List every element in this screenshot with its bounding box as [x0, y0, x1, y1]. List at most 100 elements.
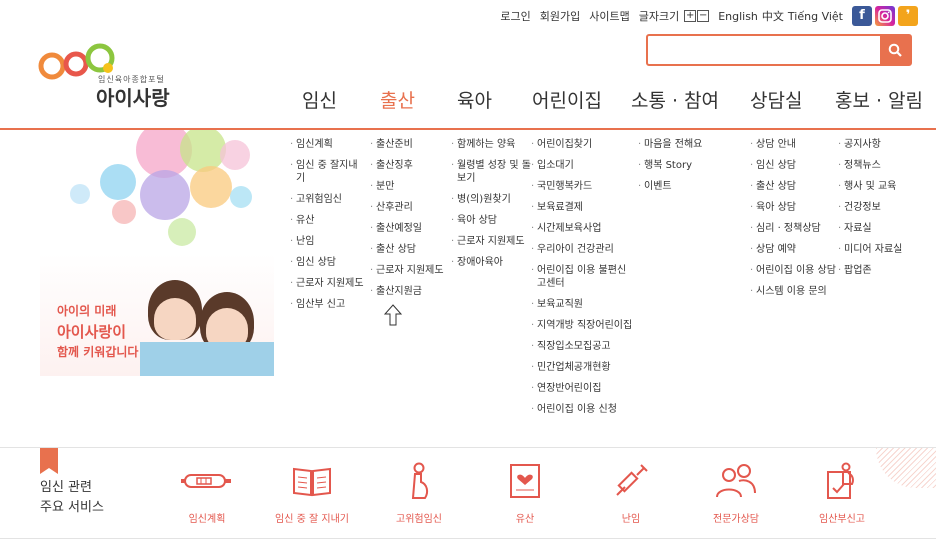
nav-birth[interactable]: 출산 [380, 86, 415, 113]
submenu-item[interactable]: 연장반어린이집 [531, 382, 635, 395]
submenu-item[interactable]: 미디어 자료실 [838, 243, 928, 256]
submenu-counsel: 상담 안내 임신 상담 출산 상담 육아 상담 심리 · 정책상담 상담 예약 … [750, 138, 840, 306]
submenu-item[interactable]: 출산징후 [370, 159, 448, 172]
fontsize-label: 글자크기 [638, 10, 680, 23]
kakao-story-icon[interactable]: ❜ [898, 6, 918, 26]
submenu-item[interactable]: 어린이집 이용 불편신고센터 [531, 264, 635, 290]
counselors-icon [716, 464, 756, 498]
submenu-item[interactable]: 입소대기 [531, 159, 635, 172]
submenu-item[interactable]: 마음을 전해요 [638, 138, 738, 151]
submenu-item[interactable]: 행복 Story [638, 159, 738, 172]
submenu-item[interactable]: 시간제보육사업 [531, 222, 635, 235]
submenu-item[interactable]: 공지사항 [838, 138, 928, 151]
nav-pregnancy[interactable]: 임신 [302, 86, 337, 113]
submenu-item[interactable]: 근로자 지원제도 [451, 235, 531, 248]
chinese-link[interactable]: 中文 [762, 8, 784, 24]
submenu-item[interactable]: 임신 상담 [290, 256, 366, 269]
submenu-item[interactable]: 분만 [370, 180, 448, 193]
promo-line-1: 아이의 미래 [57, 304, 117, 318]
service-label: 임산부신고 [819, 514, 865, 525]
submenu-news: 공지사항 정책뉴스 행사 및 교육 건강정보 자료실 미디어 자료실 팝업존 [838, 138, 928, 285]
submenu-item[interactable]: 민간업체공개현황 [531, 361, 635, 374]
instagram-icon[interactable] [875, 6, 895, 26]
nav-parenting[interactable]: 육아 [457, 86, 492, 113]
submenu-item[interactable]: 육아 상담 [451, 214, 531, 227]
facebook-icon[interactable]: f [852, 6, 872, 26]
submenu-item[interactable]: 보육료결제 [531, 201, 635, 214]
submenu-item[interactable]: 어린이집 이용 상담 [750, 264, 840, 277]
pregnancy-test-icon [181, 474, 231, 488]
submenu-item[interactable]: 상담 예약 [750, 243, 840, 256]
search-box[interactable] [646, 34, 912, 66]
english-link[interactable]: English [718, 10, 758, 23]
submenu-item[interactable]: 보육교직원 [531, 298, 635, 311]
submenu-item[interactable]: 자료실 [838, 222, 928, 235]
login-link[interactable]: 로그인 [500, 8, 530, 24]
submenu-birth: 출산준비 출산징후 분만 산후관리 출산예정일 출산 상담 근로자 지원제도 출… [370, 138, 448, 306]
submenu-community: 마음을 전해요 행복 Story 이벤트 [638, 138, 738, 201]
submenu-item[interactable]: 고위험임신 [290, 193, 366, 206]
submenu-item[interactable]: 장애아육아 [451, 256, 531, 269]
submenu-item[interactable]: 난임 [290, 235, 366, 248]
sitemap-link[interactable]: 사이트맵 [589, 8, 629, 24]
nav-news[interactable]: 홍보 · 알림 [835, 86, 923, 113]
submenu-item[interactable]: 출산준비 [370, 138, 448, 151]
font-decrease-button[interactable]: − [697, 10, 710, 22]
nav-community[interactable]: 소통 · 참여 [631, 86, 719, 113]
submenu-item[interactable]: 유산 [290, 214, 366, 227]
submenu-item[interactable]: 국민행복카드 [531, 180, 635, 193]
submenu-item[interactable]: 정책뉴스 [838, 159, 928, 172]
vietnamese-link[interactable]: Tiếng Việt [788, 10, 843, 23]
search-button[interactable] [880, 36, 910, 64]
service-label: 고위험임신 [396, 514, 442, 525]
submenu-item[interactable]: 근로자 지원제도 [290, 277, 366, 290]
submenu-item[interactable]: 출산 상담 [750, 180, 840, 193]
service-label: 난임 [621, 514, 641, 525]
submenu-item[interactable]: 지역개방 직장어린이집 [531, 319, 635, 332]
submenu-item[interactable]: 월령별 성장 및 돌보기 [451, 159, 531, 185]
submenu-item[interactable]: 팝업존 [838, 264, 928, 277]
submenu-item[interactable]: 출산 상담 [370, 243, 448, 256]
submenu-item[interactable]: 병(의)원찾기 [451, 193, 531, 206]
nav-daycare[interactable]: 어린이집 [532, 86, 602, 113]
promo-banner[interactable]: 아이의 미래 아이사랑이 함께 키워갑니다 [40, 130, 274, 376]
submenu-item[interactable]: 임신 상담 [750, 159, 840, 172]
submenu-item[interactable]: 출산예정일 [370, 222, 448, 235]
promo-line-3: 함께 키워갑니다 [57, 345, 139, 359]
submenu-item[interactable]: 우리아이 건강관리 [531, 243, 635, 256]
service-miscarriage[interactable]: 유산 [470, 460, 580, 525]
submenu-item[interactable]: 행사 및 교육 [838, 180, 928, 193]
font-increase-button[interactable]: + [684, 10, 697, 22]
service-infertility[interactable]: 난임 [576, 460, 686, 525]
submenu-item[interactable]: 출산지원금 [370, 285, 448, 298]
submenu-item[interactable]: 건강정보 [838, 201, 928, 214]
submenu-item[interactable]: 어린이집찾기 [531, 138, 635, 151]
submenu-item[interactable]: 이벤트 [638, 180, 738, 193]
services-title-line1: 임신 관련 [40, 480, 92, 495]
service-label: 유산 [515, 514, 535, 525]
submenu-item[interactable]: 임신 중 잘지내기 [290, 159, 366, 185]
pregnant-woman-icon [411, 462, 429, 499]
submenu-item[interactable]: 근로자 지원제도 [370, 264, 448, 277]
submenu-item[interactable]: 육아 상담 [750, 201, 840, 214]
nav-counsel[interactable]: 상담실 [750, 86, 802, 113]
submenu-item[interactable]: 심리 · 정책상담 [750, 222, 840, 235]
submenu-item[interactable]: 임신계획 [290, 138, 366, 151]
service-expert-counsel[interactable]: 전문가상담 [681, 460, 791, 525]
heart-checklist-icon [510, 464, 540, 498]
submenu-item[interactable]: 어린이집 이용 신청 [531, 403, 635, 416]
submenu-pregnancy: 임신계획 임신 중 잘지내기 고위험임신 유산 난임 임신 상담 근로자 지원제… [290, 138, 366, 319]
bookmark-icon [40, 448, 58, 474]
book-icon [293, 467, 331, 497]
service-pregnancy-wellbeing[interactable]: 임신 중 잘 지내기 [257, 460, 367, 525]
service-pregnancy-plan[interactable]: 임신계획 [152, 460, 262, 525]
submenu-item[interactable]: 직장입소모집공고 [531, 340, 635, 353]
submenu-item[interactable]: 함께하는 양육 [451, 138, 531, 151]
submenu-item[interactable]: 상담 안내 [750, 138, 840, 151]
submenu-item[interactable]: 시스템 이용 문의 [750, 285, 840, 298]
submenu-item[interactable]: 산후관리 [370, 201, 448, 214]
submenu-item[interactable]: 임산부 신고 [290, 298, 366, 311]
join-link[interactable]: 회원가입 [540, 8, 580, 24]
service-pregnancy-report[interactable]: 임산부신고 [787, 460, 897, 525]
service-high-risk[interactable]: 고위험임신 [364, 460, 474, 525]
